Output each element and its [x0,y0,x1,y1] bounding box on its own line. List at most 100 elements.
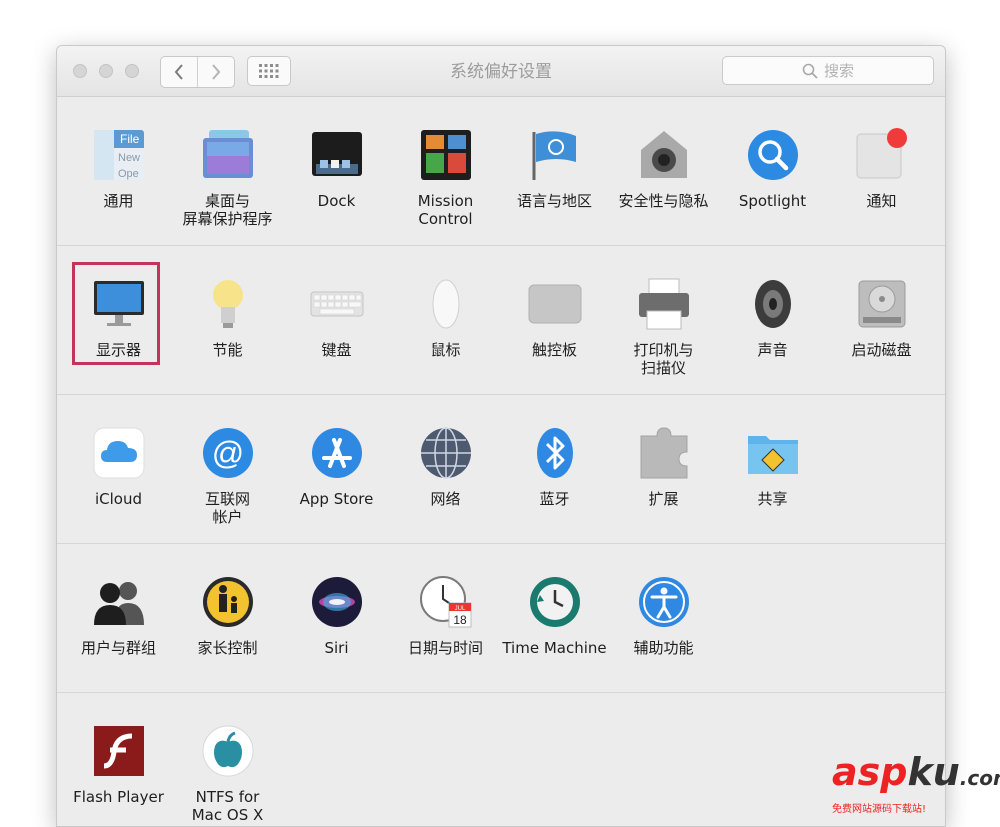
back-button[interactable] [161,57,197,87]
pref-siri[interactable]: Siri [282,575,391,657]
language-flag-icon [528,128,582,182]
pref-general[interactable]: File New Ope 通用 [64,128,173,210]
hard-disk-icon [855,277,909,331]
keyboard-icon [310,277,364,331]
pref-label: Time Machine [502,639,607,657]
pref-label: 共享 [757,490,788,508]
pref-label: 语言与地区 [516,192,592,210]
show-all-button[interactable] [247,56,291,86]
pref-label: 通用 [103,192,134,210]
bluetooth-icon [528,426,582,480]
search-field[interactable]: 搜索 [722,56,934,85]
time-machine-icon [528,575,582,629]
pref-label: 网络 [430,490,461,508]
pref-startup-disk[interactable]: 启动磁盘 [827,277,936,359]
pref-label: 键盘 [321,341,352,359]
pref-desktop[interactable]: 桌面与 屏幕保护程序 [173,128,282,228]
pref-app-store[interactable]: App Store [282,426,391,508]
pref-extensions[interactable]: 扩展 [609,426,718,508]
svg-text:New: New [118,152,140,164]
chevron-right-icon [212,64,221,80]
general-icon: File New Ope [92,128,146,182]
pref-language[interactable]: 语言与地区 [500,128,609,210]
pref-sound[interactable]: 声音 [718,277,827,359]
pref-label: 桌面与 屏幕保护程序 [182,192,273,228]
mouse-icon [419,277,473,331]
pref-internet-accounts[interactable]: @ 互联网 帐户 [173,426,282,526]
pref-label: 蓝牙 [539,490,570,508]
pref-flash[interactable]: Flash Player [64,724,173,806]
speaker-icon [746,277,800,331]
highlight-box [72,262,160,365]
pref-dock[interactable]: Dock [282,128,391,210]
pref-printers[interactable]: 打印机与 扫描仪 [609,277,718,377]
watermark-subtitle: 免费网站源码下载站! [832,804,927,815]
pref-label: 启动磁盘 [851,341,912,359]
forward-button[interactable] [197,57,234,87]
pref-label: Siri [324,639,349,657]
pref-trackpad[interactable]: 触控板 [500,277,609,359]
sharing-folder-icon [746,426,800,480]
pref-label: Flash Player [73,788,164,806]
search-placeholder: 搜索 [823,62,854,80]
pref-mission-control[interactable]: Mission Control [391,128,500,228]
pref-time-machine[interactable]: Time Machine [500,575,609,657]
pref-label: 声音 [757,341,788,359]
close-window-button[interactable] [73,64,87,78]
lightbulb-icon [201,277,255,331]
pref-label: 打印机与 扫描仪 [633,341,694,377]
pref-keyboard[interactable]: 键盘 [282,277,391,359]
minimize-window-button[interactable] [99,64,113,78]
pref-accessibility[interactable]: 辅助功能 [609,575,718,657]
pref-sharing[interactable]: 共享 [718,426,827,508]
pref-label: Mission Control [417,192,474,228]
ntfs-apple-icon [201,724,255,778]
watermark-ku: ku [907,750,960,794]
pref-ntfs[interactable]: NTFS for Mac OS X [173,724,282,824]
pref-energy[interactable]: 节能 [173,277,282,359]
watermark-dotcom: .com [959,766,1000,790]
printer-icon [637,277,691,331]
icloud-icon [92,426,146,480]
pref-label: 互联网 帐户 [204,490,250,526]
svg-text:@: @ [211,435,243,471]
flash-icon [92,724,146,778]
spotlight-icon [746,128,800,182]
svg-text:18: 18 [453,613,467,627]
pref-label: 节能 [212,341,243,359]
svg-text:JUL: JUL [454,606,465,612]
puzzle-icon [637,426,691,480]
pref-mouse[interactable]: 鼠标 [391,277,500,359]
pref-label: 扩展 [648,490,679,508]
pref-label: Dock [317,192,356,210]
pref-label: App Store [299,490,374,508]
at-sign-icon: @ [201,426,255,480]
pref-parental[interactable]: 家长控制 [173,575,282,657]
pref-label: 鼠标 [430,341,461,359]
app-store-icon [310,426,364,480]
pref-network[interactable]: 网络 [391,426,500,508]
notifications-icon [855,128,909,182]
security-house-icon [637,128,691,182]
zoom-window-button[interactable] [125,64,139,78]
pref-datetime[interactable]: JUL 18 日期与时间 [391,575,500,657]
watermark-asp: asp [832,750,908,794]
network-globe-icon [419,426,473,480]
pref-label: Spotlight [738,192,807,210]
pref-label: 通知 [866,192,897,210]
back-forward-group [160,56,235,88]
pref-security[interactable]: 安全性与隐私 [609,128,718,210]
pref-spotlight[interactable]: Spotlight [718,128,827,210]
pref-users[interactable]: 用户与群组 [64,575,173,657]
watermark: aspku.com 免费网站源码下载站! [832,750,1000,815]
mission-control-icon [419,128,473,182]
trackpad-icon [528,277,582,331]
pref-icloud[interactable]: iCloud [64,426,173,508]
chevron-left-icon [174,64,183,80]
pref-label: 触控板 [531,341,577,359]
siri-icon [310,575,364,629]
pref-notifications[interactable]: 通知 [827,128,936,210]
pref-bluetooth[interactable]: 蓝牙 [500,426,609,508]
pref-label: 用户与群组 [80,639,156,657]
dock-icon [310,128,364,182]
